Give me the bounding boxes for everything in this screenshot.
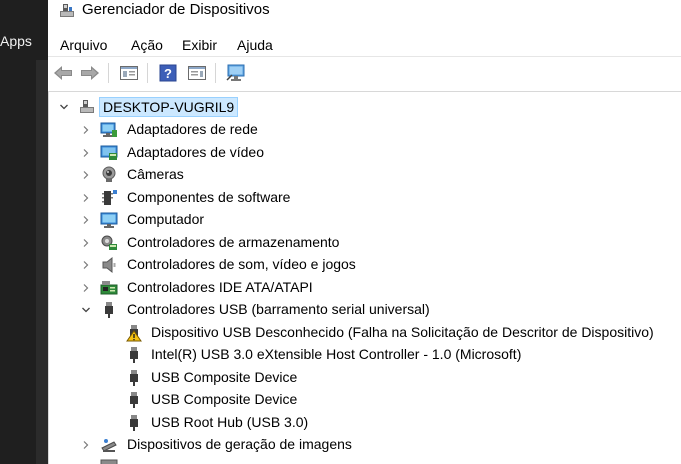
- menu-arquivo[interactable]: Arquivo: [60, 33, 107, 57]
- tree-item-label: Adaptadores de vídeo: [127, 144, 264, 160]
- storage-controller-icon: [100, 234, 118, 252]
- toolbar: ?: [48, 57, 681, 89]
- toolbar-separator: [147, 63, 148, 83]
- background-app-strip: Apps: [0, 0, 48, 464]
- speaker-icon: [100, 256, 118, 274]
- chevron-down-icon[interactable]: [81, 305, 91, 315]
- display-adapter-icon: [100, 144, 118, 162]
- chevron-down-icon[interactable]: [59, 102, 69, 112]
- usb-plug-icon: [100, 301, 118, 319]
- apps-label[interactable]: Apps: [0, 33, 32, 49]
- tree-item-computer[interactable]: Computador: [49, 209, 681, 231]
- title-bar[interactable]: Gerenciador de Dispositivos: [48, 0, 681, 26]
- tree-item-cameras[interactable]: Câmeras: [49, 164, 681, 186]
- warning-usb-icon: [125, 324, 143, 342]
- tree-item-sound-video-game[interactable]: Controladores de som, vídeo e jogos: [49, 254, 681, 276]
- properties-pane-icon[interactable]: [186, 62, 208, 84]
- chevron-right-icon[interactable]: [81, 215, 91, 225]
- tree-item-label: USB Composite Device: [151, 369, 298, 385]
- device-manager-icon: [58, 2, 76, 20]
- tree-item-label: Controladores IDE ATA/ATAPI: [127, 279, 313, 295]
- tree-item-usb-controllers[interactable]: Controladores USB (barramento serial uni…: [49, 299, 681, 321]
- tree-item-usb-composite-device[interactable]: USB Composite Device: [49, 367, 681, 389]
- tree-item-label: Controladores de armazenamento: [127, 234, 340, 250]
- chevron-right-icon[interactable]: [81, 148, 91, 158]
- tree-item-label: Intel(R) USB 3.0 eXtensible Host Control…: [151, 346, 522, 362]
- usb-plug-icon: [125, 391, 143, 409]
- scan-hardware-icon[interactable]: [225, 62, 247, 84]
- usb-plug-icon: [125, 369, 143, 387]
- tree-item-label: Controladores de som, vídeo e jogos: [127, 256, 356, 272]
- tree-item-display-adapters[interactable]: Adaptadores de vídeo: [49, 142, 681, 164]
- camera-icon: [100, 166, 118, 184]
- background-app-edge: [36, 60, 48, 464]
- forward-arrow-icon[interactable]: [79, 62, 101, 84]
- tree-item-ide-controllers[interactable]: Controladores IDE ATA/ATAPI: [49, 277, 681, 299]
- network-adapter-icon: [100, 121, 118, 139]
- tree-item-network-adapters[interactable]: Adaptadores de rede: [49, 119, 681, 141]
- tree-item-usb-root-hub[interactable]: USB Root Hub (USB 3.0): [49, 412, 681, 434]
- tree-item-software-components[interactable]: Componentes de software: [49, 187, 681, 209]
- tree-root-label: DESKTOP-VUGRIL9: [99, 97, 239, 117]
- menu-bar: Arquivo Ação Exibir Ajuda: [48, 30, 681, 56]
- window-title: Gerenciador de Dispositivos: [82, 1, 270, 18]
- tree-item-partial[interactable]: [49, 456, 681, 464]
- chevron-right-icon[interactable]: [81, 125, 91, 135]
- tree-item-unknown-usb-device[interactable]: Dispositivo USB Desconhecido (Falha na S…: [49, 322, 681, 344]
- tree-item-label: USB Root Hub (USB 3.0): [151, 414, 309, 430]
- device-tree: DESKTOP-VUGRIL9 Adaptadores de rede Adap…: [49, 92, 681, 464]
- toolbar-separator: [108, 63, 109, 83]
- tree-item-intel-usb3-host[interactable]: Intel(R) USB 3.0 eXtensible Host Control…: [49, 344, 681, 366]
- tree-item-label: Controladores USB (barramento serial uni…: [127, 301, 430, 317]
- computer-tower-icon: [78, 98, 96, 116]
- ide-controller-icon: [100, 279, 118, 297]
- usb-plug-icon: [125, 346, 143, 364]
- menu-ajuda[interactable]: Ajuda: [237, 33, 273, 57]
- tree-item-usb-composite-device[interactable]: USB Composite Device: [49, 389, 681, 411]
- tree-item-label: Dispositivos de geração de imagens: [127, 436, 352, 452]
- svg-text:?: ?: [164, 66, 172, 81]
- chevron-right-icon[interactable]: [81, 238, 91, 248]
- tree-item-label: Componentes de software: [127, 189, 291, 205]
- device-manager-window: Gerenciador de Dispositivos Arquivo Ação…: [48, 0, 681, 464]
- computer-icon: [100, 211, 118, 229]
- tree-item-label: USB Composite Device: [151, 391, 298, 407]
- chevron-right-icon[interactable]: [81, 440, 91, 450]
- hid-device-icon: [100, 458, 118, 464]
- chevron-right-icon[interactable]: [81, 193, 91, 203]
- chevron-right-icon[interactable]: [81, 283, 91, 293]
- help-icon[interactable]: ?: [157, 62, 179, 84]
- menu-exibir[interactable]: Exibir: [182, 33, 217, 57]
- tree-item-imaging-devices[interactable]: Dispositivos de geração de imagens: [49, 434, 681, 456]
- usb-plug-icon: [125, 414, 143, 432]
- menu-acao[interactable]: Ação: [131, 33, 163, 57]
- chevron-right-icon[interactable]: [81, 260, 91, 270]
- show-hide-console-tree-icon[interactable]: [118, 62, 140, 84]
- tree-root[interactable]: DESKTOP-VUGRIL9: [49, 96, 681, 118]
- tree-item-label: Câmeras: [127, 166, 184, 182]
- software-component-icon: [100, 189, 118, 207]
- tree-item-label: Adaptadores de rede: [127, 121, 258, 137]
- tree-item-label: Computador: [127, 211, 205, 227]
- tree-item-label: Dispositivo USB Desconhecido (Falha na S…: [151, 324, 654, 340]
- toolbar-separator: [215, 63, 216, 83]
- tree-item-storage-controllers[interactable]: Controladores de armazenamento: [49, 232, 681, 254]
- chevron-right-icon[interactable]: [81, 170, 91, 180]
- imaging-device-icon: [100, 436, 118, 454]
- back-arrow-icon[interactable]: [52, 62, 74, 84]
